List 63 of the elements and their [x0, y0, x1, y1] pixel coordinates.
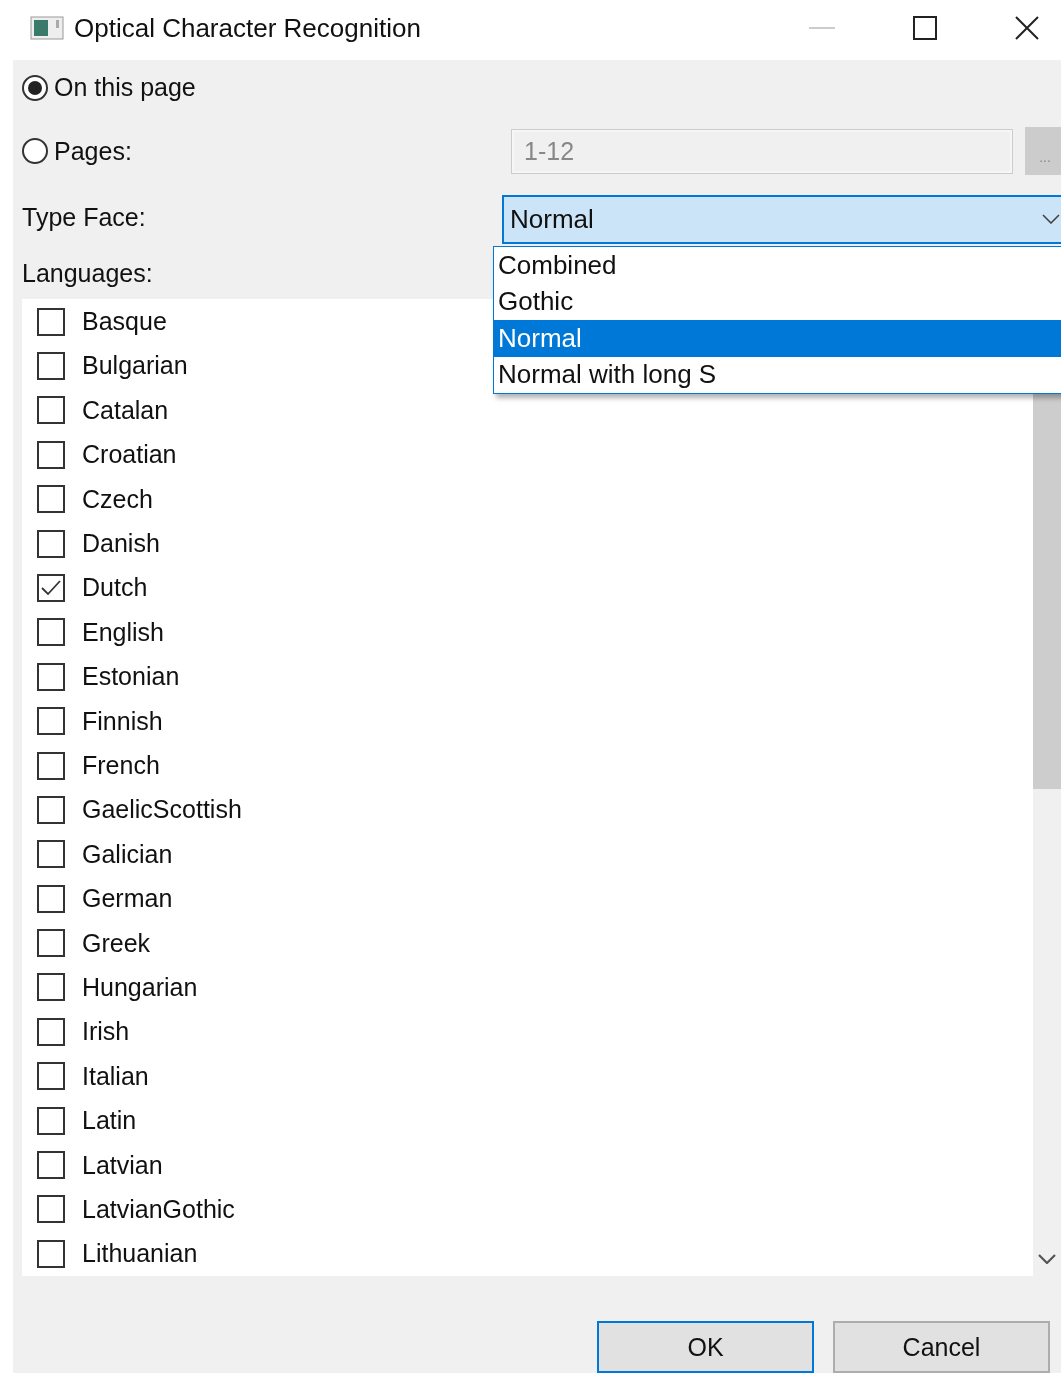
language-label[interactable]: Finnish: [82, 706, 163, 736]
checkbox[interactable]: [37, 1017, 65, 1046]
language-label[interactable]: Latin: [82, 1106, 137, 1136]
language-label[interactable]: Irish: [82, 1017, 130, 1047]
checkbox[interactable]: [37, 795, 65, 824]
dialog-button[interactable]: OK: [597, 1321, 814, 1373]
checkbox[interactable]: [37, 884, 65, 913]
dropdown-option[interactable]: Normal with long S: [494, 356, 1061, 393]
window-icon: [30, 16, 64, 40]
language-label[interactable]: Estonian: [82, 662, 180, 692]
checkbox[interactable]: [37, 440, 65, 469]
caret-icon: [1042, 214, 1060, 225]
checkbox[interactable]: [37, 1106, 65, 1135]
language-label[interactable]: Lithuanian: [82, 1239, 198, 1269]
checkbox[interactable]: [37, 662, 65, 691]
languages-label: Languages:: [22, 259, 154, 289]
language-label[interactable]: Latvian: [82, 1150, 163, 1180]
checkbox[interactable]: [37, 485, 65, 514]
language-label[interactable]: Catalan: [82, 395, 169, 425]
type-face-label: Type Face:: [22, 202, 147, 232]
language-label[interactable]: Basque: [82, 307, 167, 337]
checkbox[interactable]: [37, 396, 65, 425]
type-face-dropdown[interactable]: Normal: [502, 194, 1061, 244]
language-label[interactable]: Italian: [82, 1061, 149, 1091]
checkbox[interactable]: [37, 618, 65, 647]
radio-button[interactable]: [22, 74, 48, 101]
language-label[interactable]: Galician: [82, 839, 173, 869]
language-label[interactable]: Bulgarian: [82, 351, 188, 381]
language-label[interactable]: LatvianGothic: [82, 1194, 235, 1224]
language-label[interactable]: Danish: [82, 529, 160, 559]
checkbox[interactable]: [37, 352, 65, 380]
checkbox[interactable]: [37, 573, 65, 602]
radio-button[interactable]: [22, 138, 48, 164]
checkbox[interactable]: [37, 929, 65, 958]
language-label[interactable]: Hungarian: [82, 972, 198, 1002]
close-icon[interactable]: [1015, 16, 1039, 40]
language-label[interactable]: GaelicScottish: [82, 795, 242, 825]
language-label[interactable]: Greek: [82, 928, 151, 958]
checkbox[interactable]: [37, 973, 65, 1002]
language-label[interactable]: German: [82, 884, 173, 914]
language-label[interactable]: English: [82, 617, 164, 647]
scroll-down-icon[interactable]: [1038, 1254, 1056, 1264]
dropdown-option[interactable]: Combined: [494, 247, 1061, 284]
dialog-button[interactable]: Cancel: [833, 1321, 1050, 1373]
dropdown-option[interactable]: Gothic: [494, 283, 1061, 320]
maximize-icon[interactable]: [913, 16, 937, 40]
language-label[interactable]: Czech: [82, 484, 153, 514]
radio-label[interactable]: On this page: [54, 73, 196, 103]
checkbox[interactable]: [37, 840, 65, 869]
checkbox[interactable]: [37, 1151, 65, 1179]
checkbox[interactable]: [37, 707, 65, 736]
checkbox[interactable]: [37, 307, 65, 336]
language-label[interactable]: Croatian: [82, 440, 177, 470]
checkbox[interactable]: [37, 1195, 65, 1224]
language-label[interactable]: Dutch: [82, 573, 148, 603]
dropdown-option[interactable]: Normal: [494, 320, 1061, 357]
radio-label[interactable]: Pages:: [54, 136, 132, 166]
checkbox[interactable]: [37, 1239, 65, 1268]
checkbox[interactable]: [37, 751, 65, 780]
checkbox[interactable]: [37, 1062, 65, 1091]
language-label[interactable]: French: [82, 751, 160, 780]
window-title: Optical Character Recognition: [74, 12, 421, 44]
checkbox[interactable]: [37, 529, 65, 558]
